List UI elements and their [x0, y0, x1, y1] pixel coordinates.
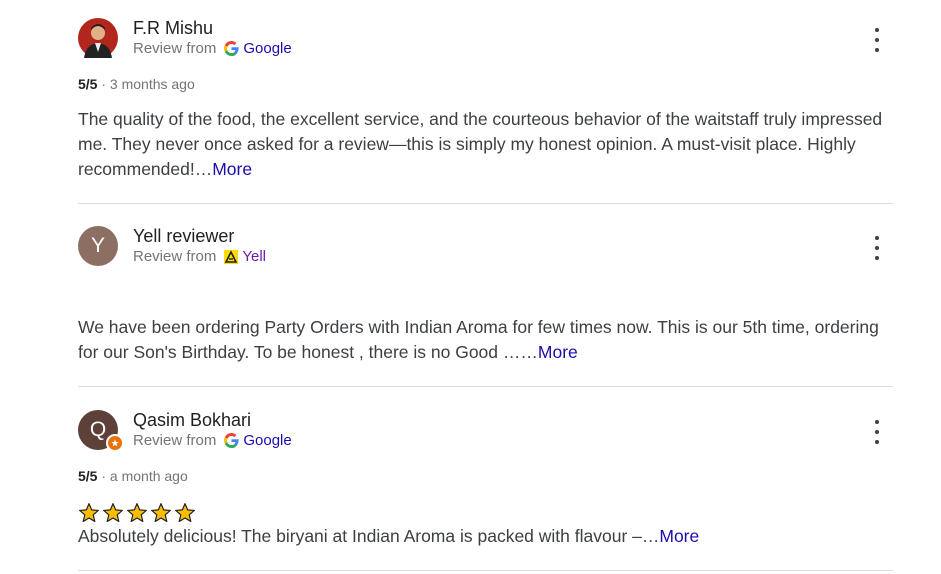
reviewer-name[interactable]: F.R Mishu	[133, 18, 213, 39]
rating: 5/5	[78, 468, 98, 484]
avatar[interactable]: Q	[78, 410, 124, 452]
reviewer-name[interactable]: Yell reviewer	[133, 226, 234, 247]
review-body: We have been ordering Party Orders with …	[78, 317, 879, 362]
dot	[875, 440, 879, 444]
dot	[875, 28, 879, 32]
more-options-button[interactable]	[867, 28, 887, 52]
star-rating	[78, 502, 196, 524]
review-body: The quality of the food, the excellent s…	[78, 109, 883, 179]
review-meta: 5/5 · 3 months ago	[78, 76, 195, 92]
review-card: Y Yell reviewer Review from Yell We have…	[78, 226, 893, 376]
yell-logo-icon	[224, 249, 239, 264]
separator: ·	[101, 468, 110, 484]
reviewer-name[interactable]: Qasim Bokhari	[133, 410, 251, 431]
divider	[78, 203, 893, 204]
dot	[875, 256, 879, 260]
review-card: F.R Mishu Review from Google 5/5 · 3 mon…	[78, 18, 893, 188]
separator: ·	[101, 76, 110, 92]
review-source: Review from Yell	[133, 248, 266, 265]
google-g-icon	[224, 41, 239, 56]
star-icon	[103, 503, 123, 523]
rating: 5/5	[78, 76, 98, 92]
review-source: Review from Google	[133, 40, 292, 57]
review-time: 3 months ago	[109, 76, 195, 92]
review-meta: 5/5 · a month ago	[78, 468, 188, 484]
more-link[interactable]: More	[659, 526, 699, 546]
review-text: Absolutely delicious! The biryani at Ind…	[78, 524, 893, 549]
review-text: The quality of the food, the excellent s…	[78, 107, 893, 182]
divider	[78, 386, 893, 387]
avatar-letter: Y	[78, 226, 118, 266]
review-source: Review from Google	[133, 432, 292, 449]
local-guide-badge-icon	[106, 434, 124, 452]
star-icon	[127, 503, 147, 523]
review-card: Q Qasim Bokhari Review from Google 5/5 ·…	[78, 410, 893, 560]
review-body: Absolutely delicious! The biryani at Ind…	[78, 526, 660, 546]
dot	[875, 420, 879, 424]
star-icon	[79, 503, 99, 523]
review-from-label: Review from	[133, 40, 217, 57]
avatar[interactable]	[78, 18, 118, 58]
more-link[interactable]: More	[212, 159, 252, 179]
dot	[875, 246, 879, 250]
more-options-button[interactable]	[867, 420, 887, 444]
more-options-button[interactable]	[867, 236, 887, 260]
source-name[interactable]: Google	[243, 432, 291, 449]
star-icon	[111, 439, 119, 447]
more-link[interactable]: More	[538, 342, 578, 362]
dot	[875, 236, 879, 240]
dot	[875, 430, 879, 434]
review-from-label: Review from	[133, 248, 217, 265]
review-from-label: Review from	[133, 432, 217, 449]
dot	[875, 48, 879, 52]
google-g-icon	[224, 433, 239, 448]
avatar[interactable]: Y	[78, 226, 118, 266]
dot	[875, 38, 879, 42]
source-name[interactable]: Google	[243, 40, 291, 57]
star-icon	[151, 503, 171, 523]
avatar-photo	[78, 18, 118, 58]
review-time: a month ago	[109, 468, 188, 484]
divider	[78, 570, 893, 571]
review-text: We have been ordering Party Orders with …	[78, 315, 893, 365]
star-icon	[175, 503, 195, 523]
source-name[interactable]: Yell	[242, 248, 266, 265]
